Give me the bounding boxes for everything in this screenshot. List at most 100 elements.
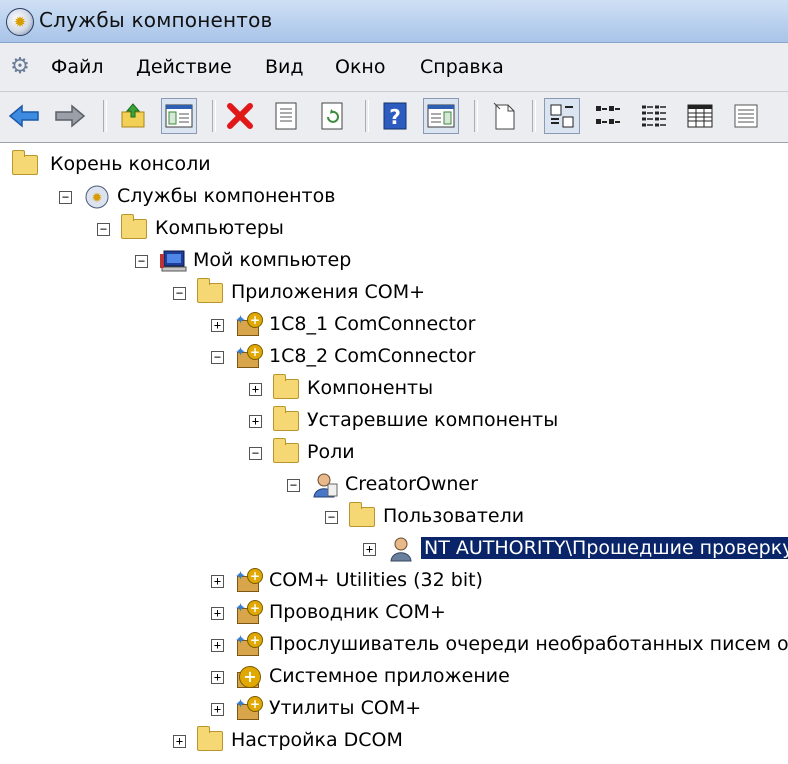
window-title: Службы компонентов [39,8,273,32]
component-services-icon: ✹ [83,184,111,210]
expand-icon[interactable]: + [249,383,262,396]
menu-view[interactable]: Вид [265,56,304,78]
small-icons-view-icon[interactable] [590,98,626,134]
folder-icon [273,438,301,466]
tree-node[interactable]: + + ✦ Прослушиватель очереди необработанных… [0,630,788,660]
action-pane-icon[interactable] [423,98,459,134]
expand-icon[interactable]: + [211,607,224,620]
system-app-icon: + [235,664,263,690]
collapse-icon[interactable]: − [287,479,300,492]
tree-node[interactable]: − Пользователи [0,502,788,532]
tree-node-label[interactable]: 1C8_2 ComConnector [269,345,475,367]
console-tree[interactable]: Корень консоли − ✹ Службы компонентов − Компь… [0,143,788,764]
com-app-icon: + ✦ [235,600,263,626]
tree-node-label[interactable]: Проводник COM+ [269,601,446,623]
collapse-icon[interactable]: − [97,223,110,236]
title-bar: ✹ Службы компонентов [0,0,788,43]
tree-node-label[interactable]: Устаревшие компоненты [307,409,558,431]
mmc-system-menu-icon[interactable]: ⚙ [6,54,34,80]
tree-node[interactable]: + Компоненты [0,374,788,404]
folder-icon [197,278,225,306]
extra-view-icon[interactable] [728,98,764,134]
computer-icon [159,248,187,274]
expand-icon[interactable]: + [211,639,224,652]
com-app-icon: + ✦ [235,568,263,594]
tree-node[interactable]: Корень консоли [0,150,788,180]
tree-node-label[interactable]: CreatorOwner [345,473,478,495]
tree-node[interactable]: + + ✦ 1C8_1 ComConnector [0,310,788,340]
up-folder-icon[interactable] [115,98,151,134]
list-view-icon[interactable] [636,98,672,134]
tree-node-label[interactable]: Приложения COM+ [231,281,425,303]
tree-node[interactable]: + + ✦ Проводник COM+ [0,598,788,628]
collapse-icon[interactable]: − [135,255,148,268]
collapse-icon[interactable]: − [211,351,224,364]
tree-node-label[interactable]: Пользователи [383,505,524,527]
tree-node-label[interactable]: 1C8_1 ComConnector [269,313,475,335]
tree-node[interactable]: + Устаревшие компоненты [0,406,788,436]
back-icon[interactable] [6,98,42,134]
collapse-icon[interactable]: − [173,287,186,300]
export-list-icon[interactable] [486,98,522,134]
tree-node[interactable]: − Приложения COM+ [0,278,788,308]
component-services-icon: ✹ [6,8,34,36]
tree-node[interactable]: + + ✦ COM+ Utilities (32 bit) [0,566,788,596]
svg-text:?: ? [389,105,401,129]
large-icons-view-icon[interactable] [544,98,580,134]
menu-file[interactable]: Файл [51,56,104,78]
expand-icon[interactable]: + [249,415,262,428]
tree-node[interactable]: − Мой компьютер [0,246,788,276]
svg-text:✹: ✹ [92,191,103,206]
user-icon [387,536,415,562]
tree-node[interactable]: − Роли [0,438,788,468]
show-hide-tree-icon[interactable] [161,98,197,134]
tree-node-label[interactable]: Роли [307,441,355,463]
detail-view-icon[interactable] [682,98,718,134]
menu-bar: ⚙ Файл Действие Вид Окно Справка [0,43,788,92]
folder-icon [273,374,301,402]
menu-help[interactable]: Справка [420,56,504,78]
expand-icon[interactable]: + [363,543,376,556]
tree-node-label[interactable]: Утилиты COM+ [269,697,421,719]
tree-node-label[interactable]: NT AUTHORITY\Прошедшие проверку [419,536,788,560]
com-app-icon: + ✦ [235,312,263,338]
tree-node-label[interactable]: Прослушиватель очереди необработанных пи… [269,633,788,655]
tree-node-label[interactable]: Корень консоли [50,153,211,175]
folder-icon [349,502,377,530]
tree-node[interactable]: + NT AUTHORITY\Прошедшие проверку [0,534,788,564]
tree-node-label[interactable]: Системное приложение [269,665,510,687]
help-icon[interactable]: ? [377,98,413,134]
tree-node-label[interactable]: Компоненты [307,377,433,399]
tree-node-label[interactable]: Компьютеры [155,217,284,239]
tree-node[interactable]: − ✹ Службы компонентов [0,182,788,212]
tree-node-label[interactable]: Мой компьютер [193,249,351,271]
expand-icon[interactable]: + [211,319,224,332]
tree-node-label[interactable]: COM+ Utilities (32 bit) [269,569,483,591]
properties-icon[interactable] [268,98,304,134]
expand-icon[interactable]: + [211,671,224,684]
menu-action[interactable]: Действие [136,56,232,78]
com-app-icon: + ✦ [235,696,263,722]
menu-window[interactable]: Окно [335,56,385,78]
refresh-icon[interactable] [314,98,350,134]
delete-icon[interactable] [222,98,258,134]
collapse-icon[interactable]: − [59,191,72,204]
folder-icon [273,406,301,434]
tree-node[interactable]: + + Системное приложение [0,662,788,692]
expand-icon[interactable]: + [173,735,186,748]
collapse-icon[interactable]: − [249,447,262,460]
folder-icon [197,726,225,754]
tree-node[interactable]: + + ✦ Утилиты COM+ [0,694,788,724]
com-app-icon: + ✦ [235,632,263,658]
tree-node[interactable]: − CreatorOwner [0,470,788,500]
tree-node[interactable]: − Компьютеры [0,214,788,244]
tree-node-label[interactable]: Службы компонентов [117,185,335,207]
tree-node[interactable]: − + ✦ 1C8_2 ComConnector [0,342,788,372]
tree-node-label[interactable]: Настройка DCOM [231,729,403,751]
expand-icon[interactable]: + [211,703,224,716]
tree-node[interactable]: + Настройка DCOM [0,726,788,756]
forward-icon[interactable] [52,98,88,134]
collapse-icon[interactable]: − [325,511,338,524]
expand-icon[interactable]: + [211,575,224,588]
com-app-icon: + ✦ [235,344,263,370]
